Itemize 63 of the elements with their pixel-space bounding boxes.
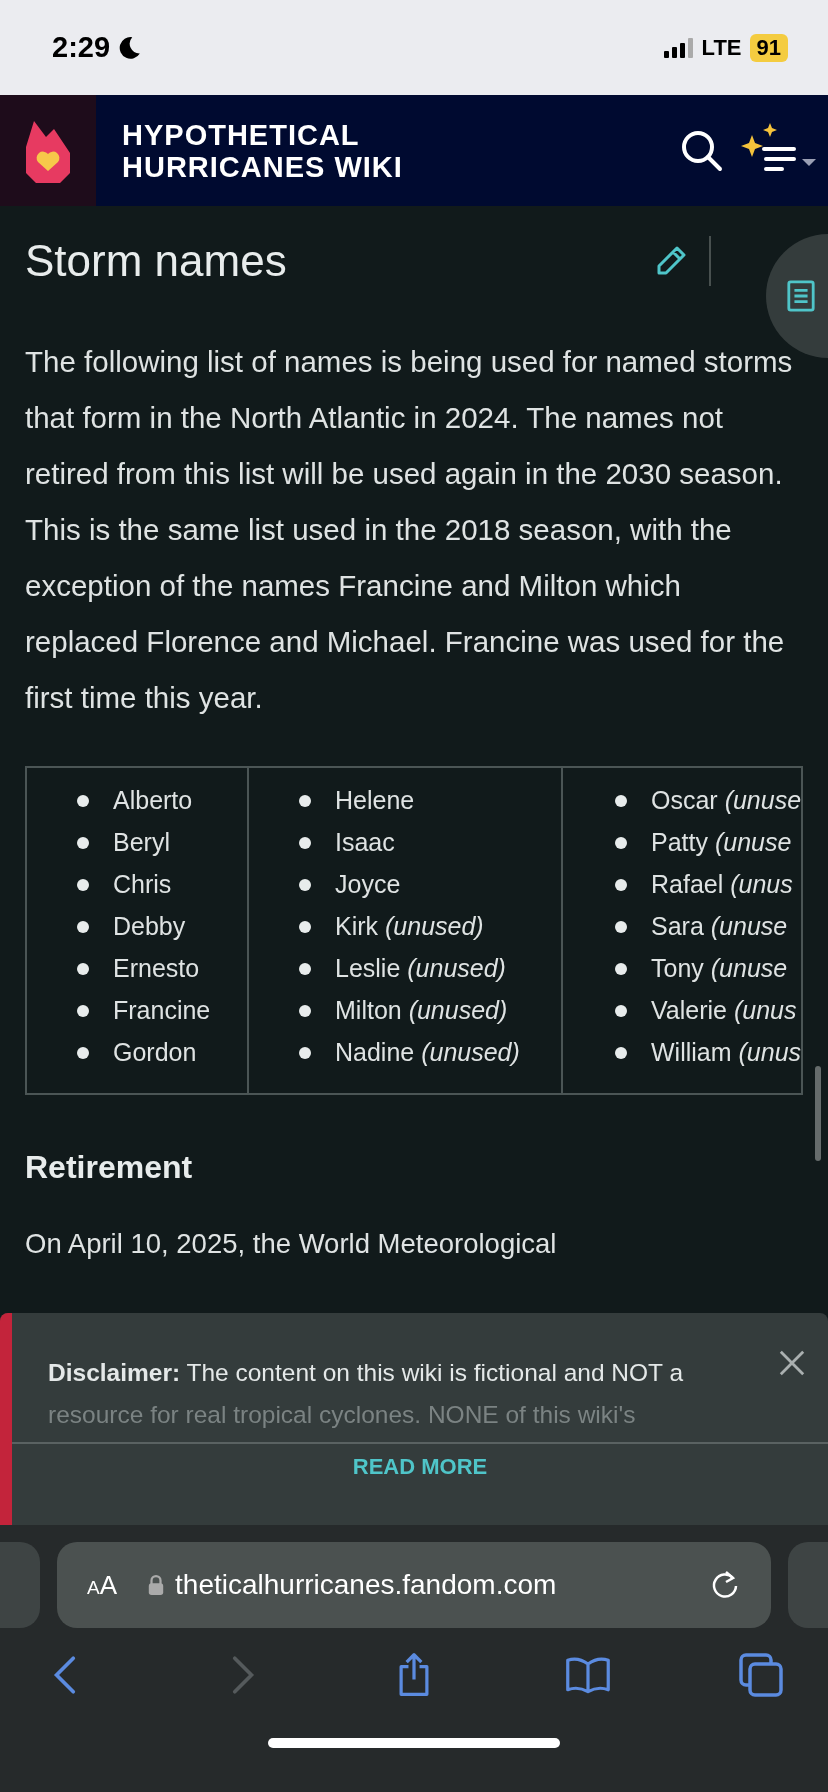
section-title: Storm names	[25, 236, 288, 286]
storm-name: Nadine (unused)	[335, 1038, 520, 1067]
storm-name: Francine	[113, 996, 211, 1025]
storm-name: Kirk (unused)	[335, 912, 484, 941]
bullet-icon	[299, 794, 311, 807]
storm-name: Beryl	[113, 828, 170, 857]
body-paragraph: The following list of names is being used for named storms that form in the North Atlantic in 2024. The names not retired from this list will be used again in the 2030 season. This is the same list used in the 2018 season, with the exception of the names Francine and Milton which replaced Florence and Michael. Francine was used for the first time this year.	[25, 344, 794, 716]
tabs-icon[interactable]	[738, 1652, 784, 1698]
bullet-icon	[77, 836, 89, 849]
storm-name: Joyce	[335, 870, 401, 899]
clock-time: 2:29	[52, 31, 111, 64]
storm-name: Gordon	[113, 1038, 197, 1067]
bullet-icon	[615, 878, 627, 891]
bullet-icon	[615, 1046, 627, 1059]
bullet-icon	[77, 920, 89, 933]
bullet-icon	[77, 1004, 89, 1017]
text-size-button[interactable]: AA	[87, 1569, 118, 1601]
logo-tile[interactable]	[0, 95, 96, 206]
disclaimer-text: Disclaimer: The content on this wiki is fictional and NOT a	[48, 1359, 684, 1387]
bullet-icon	[77, 878, 89, 891]
lock-icon	[147, 1574, 166, 1596]
storm-name: Milton (unused)	[335, 996, 508, 1025]
disclaimer-text: resource for real tropical cyclones. NONE of this wiki's	[48, 1401, 637, 1430]
bullet-icon	[77, 962, 89, 975]
bullet-icon	[299, 920, 311, 933]
storm-name: Sara (unuse	[651, 912, 788, 941]
close-icon[interactable]	[778, 1349, 806, 1377]
storm-name: Oscar (unuse	[651, 786, 802, 815]
storm-name: Helene	[335, 786, 415, 815]
subsection-heading: Retirement	[25, 1149, 194, 1186]
storm-name: Leslie (unused)	[335, 954, 506, 983]
storm-name: Chris	[113, 870, 172, 899]
document-icon	[786, 279, 816, 313]
battery-level: 91	[749, 33, 788, 62]
storm-name: Rafael (unus	[651, 870, 793, 899]
search-icon[interactable]	[680, 128, 724, 173]
bullet-icon	[77, 1046, 89, 1059]
storm-name: Alberto	[113, 786, 193, 815]
url-text: theticalhurricanes.fandom.com	[175, 1569, 558, 1601]
storm-name: Tony (unuse	[651, 954, 788, 983]
bullet-icon	[615, 962, 627, 975]
bullet-icon	[615, 794, 627, 807]
bullet-icon	[299, 1004, 311, 1017]
read-more-button[interactable]: READ MORE	[12, 1442, 828, 1490]
storm-name: William (unus	[651, 1038, 802, 1067]
address-bar[interactable]: AA theticalhurricanes.fandom.com	[57, 1542, 771, 1628]
storm-name: Isaac	[335, 828, 395, 857]
bullet-icon	[615, 1004, 627, 1017]
bullet-icon	[77, 794, 89, 807]
bullet-icon	[299, 962, 311, 975]
network-type: LTE	[701, 34, 742, 61]
storm-name: Patty (unuse	[651, 828, 792, 857]
storm-name: Valerie (unus	[651, 996, 797, 1025]
bullet-icon	[299, 878, 311, 891]
storm-name: Debby	[113, 912, 186, 941]
body-paragraph: On April 10, 2025, the World Meteorological	[25, 1228, 558, 1260]
signal-icon	[663, 37, 694, 58]
bullet-icon	[615, 920, 627, 933]
storm-name: Ernesto	[113, 954, 200, 983]
bullet-icon	[299, 1046, 311, 1059]
bullet-icon	[299, 836, 311, 849]
scrollbar[interactable]	[815, 1066, 821, 1161]
bullet-icon	[615, 836, 627, 849]
